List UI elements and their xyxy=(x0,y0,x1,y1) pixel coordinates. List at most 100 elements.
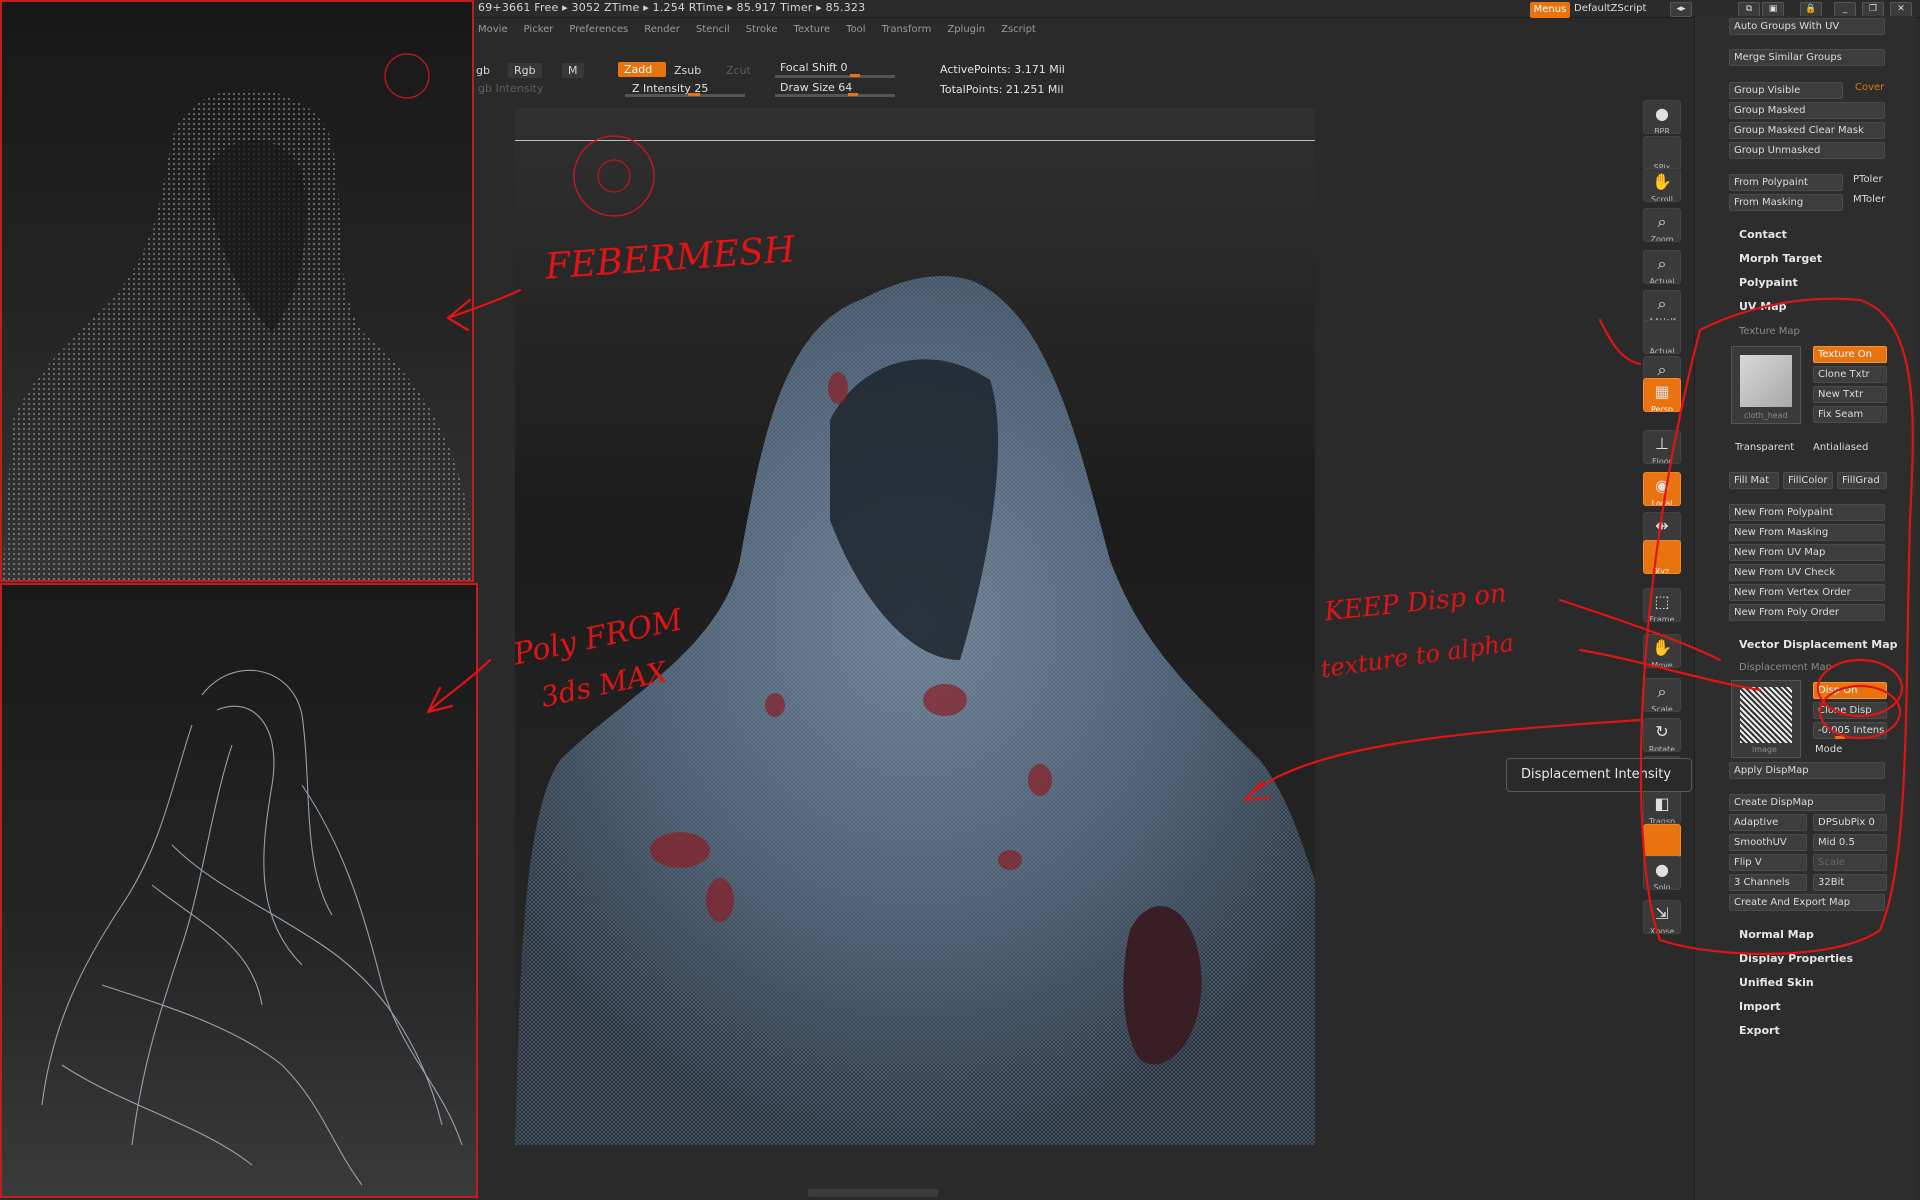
menu-tool[interactable]: Tool xyxy=(838,20,873,42)
new-from-masking-button[interactable]: New From Masking xyxy=(1729,524,1885,541)
create-and-export-map-button[interactable]: Create And Export Map xyxy=(1729,894,1885,911)
export-section[interactable]: Export xyxy=(1739,1024,1780,1037)
shelf-floor-button[interactable]: ⊥ Floor xyxy=(1643,430,1681,464)
antialiased-toggle[interactable]: Antialiased xyxy=(1813,442,1868,453)
clone-txtr-button[interactable]: Clone Txtr xyxy=(1813,366,1887,383)
shelf-blank-button[interactable] xyxy=(1643,824,1681,858)
new-from-vertex-order-button[interactable]: New From Vertex Order xyxy=(1729,584,1885,601)
texture-thumbnail[interactable]: cloth_head xyxy=(1731,346,1801,424)
focal-shift-slider[interactable]: Focal Shift 0 xyxy=(780,61,848,74)
intensity-knob[interactable] xyxy=(1835,736,1845,739)
layout-icon[interactable]: ◂▸ xyxy=(1670,2,1692,17)
flip-v-toggle[interactable]: Flip V xyxy=(1729,854,1807,871)
shelf-actual-button[interactable]: Actual xyxy=(1643,320,1681,354)
menus-button[interactable]: Menus xyxy=(1530,2,1570,18)
z-intensity-track[interactable] xyxy=(625,94,745,97)
texture-on-button[interactable]: Texture On xyxy=(1813,346,1887,363)
rgb-button[interactable]: Rgb xyxy=(508,63,542,78)
palette-icon[interactable]: ▣ xyxy=(1762,2,1784,17)
merge-similar-groups-button[interactable]: Merge Similar Groups xyxy=(1729,49,1885,66)
apply-dispmap-button[interactable]: Apply DispMap xyxy=(1729,762,1885,779)
shelf-move-button[interactable]: ✋ Move xyxy=(1643,634,1681,668)
vector-displacement-map-section[interactable]: Vector Displacement Map xyxy=(1739,638,1898,651)
draw-size-slider[interactable]: Draw Size 64 xyxy=(780,81,852,94)
zsub-button[interactable]: Zsub xyxy=(668,63,707,78)
close-icon[interactable]: ✕ xyxy=(1890,2,1912,17)
bottom-tray-handle[interactable] xyxy=(808,1189,938,1197)
import-section[interactable]: Import xyxy=(1739,1000,1781,1013)
coverage-slider[interactable]: Cover xyxy=(1855,82,1884,93)
focal-shift-track[interactable] xyxy=(775,75,895,78)
group-unmasked-button[interactable]: Group Unmasked xyxy=(1729,142,1885,159)
window-icon[interactable]: ⧉ xyxy=(1738,2,1760,17)
rgb-intensity-slider[interactable]: gb Intensity xyxy=(478,82,543,95)
shelf-scale-button[interactable]: ⌕ Scale xyxy=(1643,678,1681,712)
normal-map-section[interactable]: Normal Map xyxy=(1739,928,1814,941)
new-from-polypaint-button[interactable]: New From Polypaint xyxy=(1729,504,1885,521)
displacement-thumbnail[interactable]: image xyxy=(1731,680,1801,758)
from-polypaint-button[interactable]: From Polypaint xyxy=(1729,174,1843,191)
menu-texture[interactable]: Texture xyxy=(786,20,839,42)
shelf-scroll-button[interactable]: ✋ Scroll xyxy=(1643,168,1681,202)
menu-render[interactable]: Render xyxy=(636,20,688,42)
shelf-frame-button[interactable]: ⬚ Frame xyxy=(1643,588,1681,622)
new-from-poly-order-button[interactable]: New From Poly Order xyxy=(1729,604,1885,621)
shelf-xyz-button[interactable]: Xyz xyxy=(1643,540,1681,574)
menu-picker[interactable]: Picker xyxy=(516,20,562,42)
shelf-solo-button[interactable]: ● Solo xyxy=(1643,856,1681,890)
new-from-uv-map-button[interactable]: New From UV Map xyxy=(1729,544,1885,561)
unified-skin-section[interactable]: Unified Skin xyxy=(1739,976,1814,989)
shelf-xpose-button[interactable]: ⇲ Xpose xyxy=(1643,900,1681,934)
menu-preferences[interactable]: Preferences xyxy=(561,20,636,42)
fill-color-button[interactable]: FillColor xyxy=(1783,472,1833,489)
display-properties-section[interactable]: Display Properties xyxy=(1739,952,1853,965)
new-from-uv-check-button[interactable]: New From UV Check xyxy=(1729,564,1885,581)
menu-movie[interactable]: Movie xyxy=(470,20,516,42)
create-dispmap-button[interactable]: Create DispMap xyxy=(1729,794,1885,811)
zadd-button[interactable]: Zadd xyxy=(618,62,666,77)
fill-grad-button[interactable]: FillGrad xyxy=(1837,472,1887,489)
default-zscript-label[interactable]: DefaultZScript xyxy=(1574,3,1646,14)
shelf-actual-button[interactable]: ⌕ Actual xyxy=(1643,250,1681,284)
uv-map-section[interactable]: UV Map xyxy=(1739,300,1787,313)
morph-target-section[interactable]: Morph Target xyxy=(1739,252,1822,265)
menu-transform[interactable]: Transform xyxy=(874,20,940,42)
menu-stroke[interactable]: Stroke xyxy=(738,20,786,42)
from-masking-button[interactable]: From Masking xyxy=(1729,194,1843,211)
new-txtr-button[interactable]: New Txtr xyxy=(1813,386,1887,403)
shelf-zoom-button[interactable]: ⌕ Zoom xyxy=(1643,208,1681,242)
auto-groups-uv-button[interactable]: Auto Groups With UV xyxy=(1729,18,1885,35)
fill-mat-button[interactable]: Fill Mat xyxy=(1729,472,1779,489)
texture-map-section[interactable]: Texture Map xyxy=(1739,326,1800,337)
shelf-aahalf-button[interactable]: ⌕AAHalf xyxy=(1643,290,1681,324)
bit32-toggle[interactable]: 32Bit xyxy=(1813,874,1887,891)
ptoler-slider[interactable]: PToler xyxy=(1853,174,1883,185)
three-channels-toggle[interactable]: 3 Channels xyxy=(1729,874,1807,891)
mode-toggle[interactable]: Mode xyxy=(1815,744,1842,755)
adaptive-toggle[interactable]: Adaptive xyxy=(1729,814,1807,831)
shelf-bpr-button[interactable]: ● BPR xyxy=(1643,100,1681,134)
group-visible-button[interactable]: Group Visible xyxy=(1729,82,1843,99)
z-intensity-knob[interactable] xyxy=(688,93,700,96)
shelf-persp-button[interactable]: ▦ Persp xyxy=(1643,378,1681,412)
polypaint-section[interactable]: Polypaint xyxy=(1739,276,1798,289)
menu-zscript[interactable]: Zscript xyxy=(993,20,1044,42)
shelf-spix-button[interactable]: SPix xyxy=(1643,136,1681,170)
displacement-intensity-slider[interactable]: -0.005 Intens xyxy=(1813,722,1887,739)
smoothuv-toggle[interactable]: SmoothUV xyxy=(1729,834,1807,851)
shelf-transp-button[interactable]: ◧ Transp xyxy=(1643,790,1681,824)
draw-size-knob[interactable] xyxy=(848,93,858,96)
fix-seam-button[interactable]: Fix Seam xyxy=(1813,406,1887,423)
group-masked-clear-mask-button[interactable]: Group Masked Clear Mask xyxy=(1729,122,1885,139)
menu-zplugin[interactable]: Zplugin xyxy=(939,20,993,42)
contact-section[interactable]: Contact xyxy=(1739,228,1787,241)
dpsubpix-slider[interactable]: DPSubPix 0 xyxy=(1813,814,1887,831)
menu-stencil[interactable]: Stencil xyxy=(688,20,738,42)
mid-slider[interactable]: Mid 0.5 xyxy=(1813,834,1887,851)
m-button[interactable]: M xyxy=(562,63,584,78)
draw-size-track[interactable] xyxy=(775,94,895,97)
zcut-button[interactable]: Zcut xyxy=(720,63,757,78)
shelf-rotate-button[interactable]: ↻ Rotate xyxy=(1643,718,1681,752)
restore-icon[interactable]: ❐ xyxy=(1862,2,1884,17)
mtoler-slider[interactable]: MToler xyxy=(1853,194,1885,205)
